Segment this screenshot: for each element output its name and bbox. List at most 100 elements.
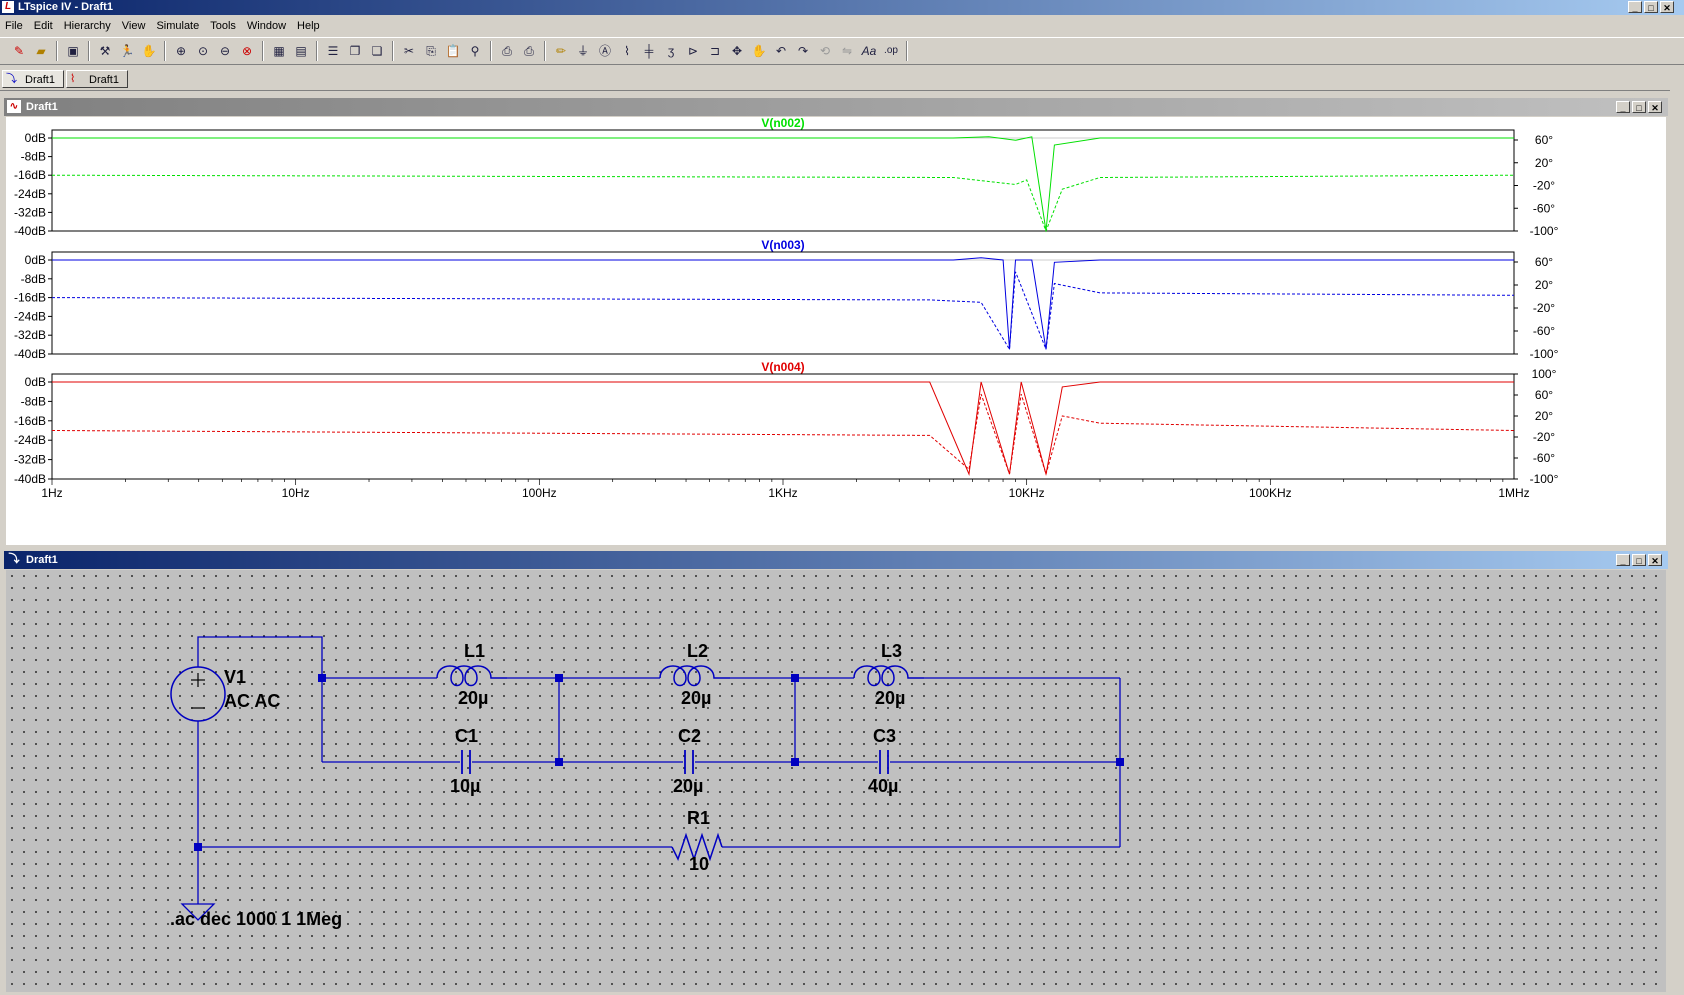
- x-tick-label: 10Hz: [282, 486, 310, 500]
- maximize-button[interactable]: □: [1632, 101, 1646, 113]
- inductor-l3[interactable]: [853, 665, 924, 687]
- inductor-l2[interactable]: [659, 665, 730, 687]
- print-icon[interactable]: ⎙: [519, 41, 539, 61]
- y-tick-label-left: -32dB: [14, 453, 46, 467]
- tab-waveform[interactable]: ⌇ Draft1: [66, 70, 128, 88]
- run-icon[interactable]: 🏃: [117, 41, 137, 61]
- vertical-scrollbar[interactable]: [1670, 66, 1684, 992]
- waveform-window-titlebar[interactable]: ∿ Draft1 _ □ ✕: [4, 98, 1668, 116]
- y-tick-label-left: -8dB: [21, 272, 46, 286]
- minimize-button[interactable]: _: [1616, 101, 1630, 113]
- rotate-icon[interactable]: ⟲: [815, 41, 835, 61]
- capacitor-c2[interactable]: [684, 750, 694, 774]
- spice-directive[interactable]: .ac dec 1000 1 1Meg: [170, 909, 342, 929]
- trace-title[interactable]: V(n004): [761, 360, 804, 374]
- menu-edit[interactable]: Edit: [29, 20, 59, 32]
- voltage-source-v1[interactable]: [170, 666, 226, 722]
- tab-schematic[interactable]: ⤵ Draft1: [2, 70, 64, 88]
- trace-title[interactable]: V(n002): [761, 116, 804, 130]
- app-titlebar: L LTspice IV - Draft1 _ □ ✕: [0, 0, 1684, 15]
- y-tick-label-left: -8dB: [21, 394, 46, 408]
- magnitude-trace: [52, 136, 1514, 232]
- ltspice-logo-icon: L: [2, 1, 14, 13]
- c1-value: 10µ: [450, 776, 480, 796]
- y-tick-label-right: -100°: [1530, 472, 1559, 486]
- capacitor-c1[interactable]: [461, 750, 471, 774]
- cascade-icon[interactable]: ❐: [345, 41, 365, 61]
- resistor-icon[interactable]: ⌇: [617, 41, 637, 61]
- menu-tools[interactable]: Tools: [205, 20, 242, 32]
- save-icon[interactable]: ▣: [63, 41, 83, 61]
- plot-frame: [51, 129, 1515, 232]
- y-tick-label-right: -20°: [1533, 301, 1555, 315]
- l1-value: 20µ: [458, 688, 488, 708]
- inductor-icon[interactable]: ʒ: [661, 41, 681, 61]
- grid-icon[interactable]: ▤: [291, 41, 311, 61]
- move-icon[interactable]: ✥: [727, 41, 747, 61]
- y-tick-label-left: -24dB: [14, 309, 46, 323]
- menu-simulate[interactable]: Simulate: [151, 20, 205, 32]
- trace-title[interactable]: V(n003): [761, 238, 804, 252]
- print-setup-icon[interactable]: ⎙: [497, 41, 517, 61]
- tile-horizontal-icon[interactable]: ☰: [323, 41, 343, 61]
- schematic-drawing[interactable]: V1 AC AC L1 20µ L2 20µ L3 20µ C1 10µ C2 …: [6, 570, 1666, 992]
- waveform-pane[interactable]: V(n004) 0dB -8dB -16dB -24dB -32dB -40dB 100° 60…: [14, 360, 1559, 486]
- autorange-icon[interactable]: ▦: [269, 41, 289, 61]
- minimize-button[interactable]: _: [1628, 1, 1642, 13]
- close-button[interactable]: ✕: [1648, 101, 1662, 113]
- wire-icon[interactable]: ✏: [551, 41, 571, 61]
- ground-icon[interactable]: ⏚: [573, 41, 593, 61]
- undo-icon[interactable]: ↶: [771, 41, 791, 61]
- zoom-in-icon[interactable]: ⊕: [171, 41, 191, 61]
- schematic-window-titlebar[interactable]: ⤵ Draft1 _ □ ✕: [4, 551, 1668, 569]
- cut-icon[interactable]: ✂: [399, 41, 419, 61]
- zoom-out-icon[interactable]: ⊖: [215, 41, 235, 61]
- copy-icon[interactable]: ⎘: [421, 41, 441, 61]
- tab-label: Draft1: [89, 74, 119, 86]
- diode-icon[interactable]: ⊳: [683, 41, 703, 61]
- maximize-button[interactable]: □: [1632, 554, 1646, 566]
- y-tick-label-left: -40dB: [14, 472, 46, 486]
- plot-frame: [51, 251, 1515, 355]
- y-tick-label-left: -40dB: [14, 224, 46, 238]
- menu-view[interactable]: View: [117, 20, 152, 32]
- junction-dot: [318, 674, 326, 682]
- open-icon[interactable]: ▰: [31, 41, 51, 61]
- redo-icon[interactable]: ↷: [793, 41, 813, 61]
- control-panel-icon[interactable]: ⚒: [95, 41, 115, 61]
- drag-icon[interactable]: ✋: [749, 41, 769, 61]
- inductor-l1[interactable]: [436, 665, 507, 687]
- halt-icon[interactable]: ✋: [139, 41, 159, 61]
- menu-help[interactable]: Help: [292, 20, 326, 32]
- waveform-plots[interactable]: V(n002) 0dB -8dB -16dB -24dB -32dB -40dB 60° 20°…: [6, 116, 1666, 545]
- capacitor-icon[interactable]: ╪: [639, 41, 659, 61]
- paste-icon[interactable]: 📋: [443, 41, 463, 61]
- x-tick-label: 10KHz: [1009, 486, 1045, 500]
- find-icon[interactable]: ⚲: [465, 41, 485, 61]
- zoom-fit-icon[interactable]: ⊗: [237, 41, 257, 61]
- schematic-canvas[interactable]: V1 AC AC L1 20µ L2 20µ L3 20µ C1 10µ C2 …: [6, 570, 1666, 992]
- y-tick-label-right: 60°: [1535, 388, 1553, 402]
- menu-window[interactable]: Window: [242, 20, 292, 32]
- waveform-icon: ⌇: [70, 73, 76, 85]
- waveform-pane[interactable]: V(n003) 0dB -8dB -16dB -24dB -32dB -40dB 60° 20°…: [14, 238, 1559, 361]
- close-button[interactable]: ✕: [1648, 554, 1662, 566]
- component-icon[interactable]: ⊐: [705, 41, 725, 61]
- waveform-icon: ∿: [7, 100, 21, 113]
- y-tick-label-left: -24dB: [14, 433, 46, 447]
- menu-file[interactable]: File: [0, 20, 29, 32]
- menu-hierarchy[interactable]: Hierarchy: [59, 20, 117, 32]
- new-schematic-icon[interactable]: ✎: [9, 41, 29, 61]
- waveform-plot-area[interactable]: V(n002) 0dB -8dB -16dB -24dB -32dB -40dB 60° 20°…: [6, 116, 1666, 545]
- restore-button[interactable]: □: [1644, 1, 1658, 13]
- label-net-icon[interactable]: Ⓐ: [595, 41, 615, 61]
- close-button[interactable]: ✕: [1660, 1, 1674, 13]
- pan-icon[interactable]: ⊙: [193, 41, 213, 61]
- mirror-icon[interactable]: ⇋: [837, 41, 857, 61]
- tile-vertical-icon[interactable]: ❏: [367, 41, 387, 61]
- minimize-button[interactable]: _: [1616, 554, 1630, 566]
- spice-directive-icon[interactable]: .op: [881, 41, 901, 61]
- text-icon[interactable]: Aa: [859, 41, 879, 61]
- capacitor-c3[interactable]: [879, 750, 889, 774]
- waveform-pane[interactable]: V(n002) 0dB -8dB -16dB -24dB -32dB -40dB 60° 20°…: [14, 116, 1559, 238]
